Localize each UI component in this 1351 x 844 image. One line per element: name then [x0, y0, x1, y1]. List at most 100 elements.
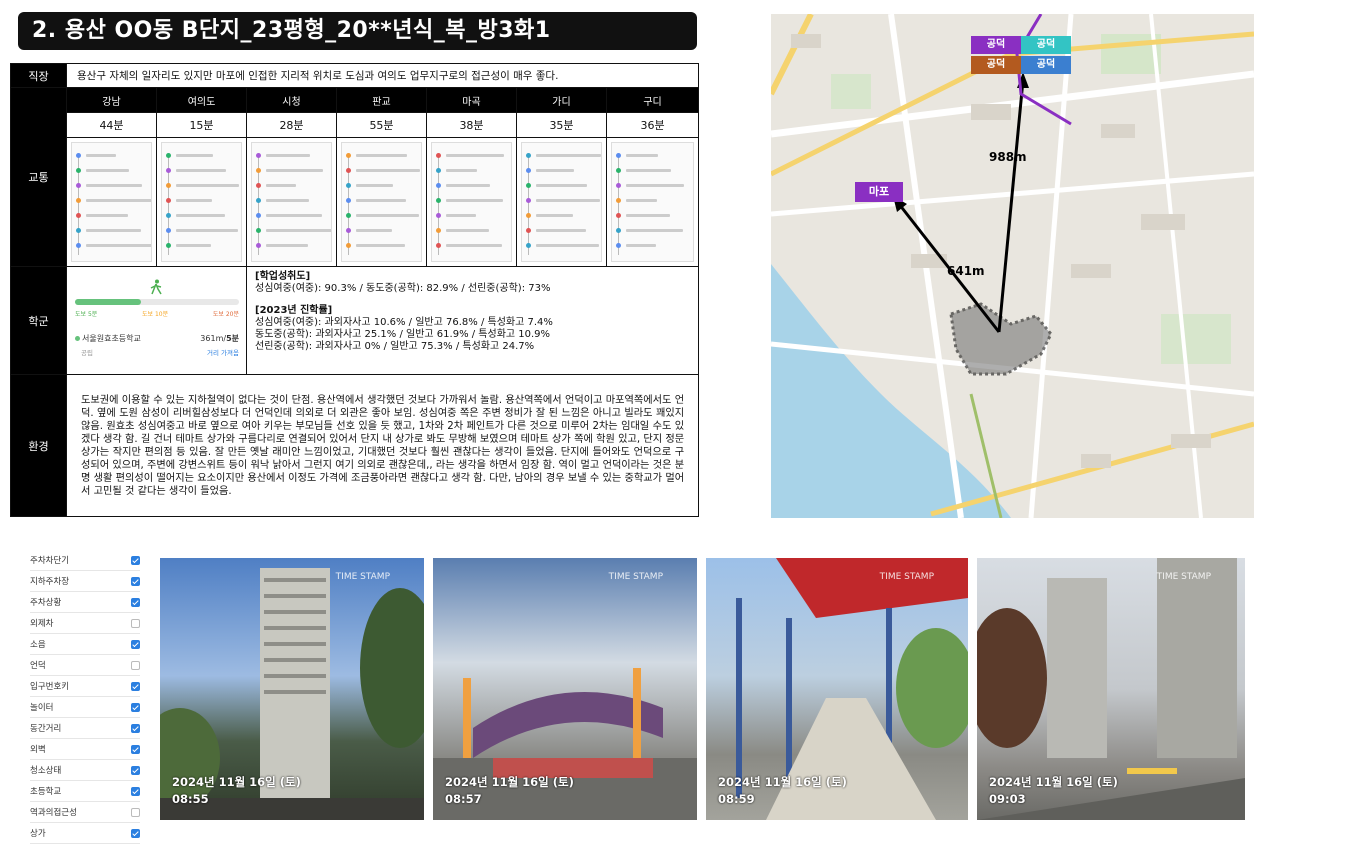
checklist-label: 동간거리	[30, 724, 62, 734]
checklist-label: 청소상태	[30, 766, 62, 776]
checklist-item: 주차차단기	[30, 550, 140, 571]
photo-time: 09:03	[989, 792, 1026, 806]
advancement-line: 선린중(공학): 과외자사고 0% / 일반고 75.3% / 특성화고 24.…	[255, 341, 535, 352]
route-screenshot	[516, 137, 607, 267]
timestamp-logo: TIME STAMP	[1156, 572, 1211, 582]
checklist-checkbox[interactable]	[131, 660, 140, 670]
timestamp-logo: TIME STAMP	[608, 572, 663, 582]
checklist-item: 외제차	[30, 613, 140, 634]
photo-time: 08:57	[445, 792, 482, 806]
station-gongdeok-line6: 공덕	[971, 56, 1021, 74]
photo-time: 08:59	[718, 792, 755, 806]
checklist-label: 입구번호키	[30, 682, 70, 692]
station-gongdeok-gyeongui: 공덕	[1021, 56, 1071, 74]
route-thumbnail	[431, 142, 512, 262]
photo-date: 2024년 11월 16일 (토)	[718, 775, 847, 789]
checklist-checkbox[interactable]	[131, 828, 140, 838]
checklist-label: 역과의접근성	[30, 808, 77, 818]
checklist-checkbox[interactable]	[131, 723, 140, 733]
walk-range-bar	[75, 299, 239, 305]
destination-name: 강남	[66, 87, 157, 113]
checklist-checkbox[interactable]	[131, 576, 140, 586]
destination-name: 구디	[605, 87, 700, 113]
checklist-item: 주차상황	[30, 592, 140, 613]
advancement-title: [2023년 진학률]	[255, 305, 333, 316]
checklist-label: 놀이터	[30, 703, 54, 713]
checklist-item: 외벽	[30, 739, 140, 760]
environment-text: 도보권에 이용할 수 있는 지하철역이 없다는 것이 단점. 용산역에서 생각했…	[65, 374, 700, 517]
checklist-checkbox[interactable]	[131, 765, 140, 775]
route-screenshot	[426, 137, 517, 267]
checklist-label: 지하주차장	[30, 577, 70, 587]
route-thumbnail	[341, 142, 422, 262]
site-photo: TIME STAMP 2024년 11월 16일 (토) 08:57	[433, 558, 697, 820]
checklist-checkbox[interactable]	[131, 681, 140, 691]
location-map[interactable]: 공덕 공덕 공덕 공덕 마포 988m 641m	[771, 14, 1254, 518]
site-photo: TIME STAMP 2024년 11월 16일 (토) 08:59	[706, 558, 968, 820]
destination-name: 가디	[516, 87, 607, 113]
route-thumbnail	[611, 142, 695, 262]
checklist-checkbox[interactable]	[131, 807, 140, 817]
checklist-item: 지하주차장	[30, 571, 140, 592]
site-photo: TIME STAMP 2024년 11월 16일 (토) 09:03	[977, 558, 1245, 820]
photo-date: 2024년 11월 16일 (토)	[445, 775, 574, 789]
row-label-job: 직장	[10, 63, 67, 88]
distance-gongdeok: 988m	[989, 150, 1027, 164]
checklist-checkbox[interactable]	[131, 702, 140, 712]
achievement-text: 성심여중(여중): 90.3% / 동도중(공학): 82.9% / 선린중(공…	[255, 283, 551, 294]
school-minutes: 5분	[226, 334, 239, 343]
advancement-line: 동도중(공학): 과외자사고 25.1% / 일반고 61.9% / 특성화고 …	[255, 329, 551, 340]
checklist-label: 주차차단기	[30, 556, 70, 566]
school-dot-icon	[75, 336, 80, 341]
checklist-checkbox[interactable]	[131, 618, 140, 628]
photo-date: 2024년 11월 16일 (토)	[172, 775, 301, 789]
achievement-title: [학업성취도]	[255, 271, 311, 282]
commute-time: 28분	[246, 112, 337, 138]
walk-label: 도보 5분	[75, 311, 98, 318]
checklist-label: 언덕	[30, 661, 46, 671]
school-name: 서울원효초등학교	[82, 334, 141, 343]
checklist-item: 상가	[30, 823, 140, 844]
photo-date: 2024년 11월 16일 (토)	[989, 775, 1118, 789]
timestamp-logo: TIME STAMP	[879, 572, 934, 582]
checklist-checkbox[interactable]	[131, 555, 140, 565]
site-photo: TIME STAMP 2024년 11월 16일 (토) 08:55	[160, 558, 424, 820]
checklist-checkbox[interactable]	[131, 639, 140, 649]
advancement-line: 성심여중(여중): 과외자사고 10.6% / 일반고 76.8% / 특성화고…	[255, 317, 553, 328]
commute-time: 55분	[336, 112, 427, 138]
checklist-checkbox[interactable]	[131, 597, 140, 607]
walking-person-icon	[150, 279, 162, 295]
photo-time: 08:55	[172, 792, 209, 806]
checklist-item: 언덕	[30, 655, 140, 676]
route-thumbnail	[71, 142, 152, 262]
route-screenshot	[156, 137, 247, 267]
school-route-link[interactable]: 거리 가져옴	[207, 347, 239, 357]
route-screenshot	[605, 137, 700, 267]
job-text: 용산구 자체의 일자리도 있지만 마포에 인접한 지리적 위치로 도심과 여의도…	[65, 63, 700, 88]
page-title: 2. 용산 OO동 B단지_23평형_20**년식_복_방3화1	[18, 12, 697, 50]
destination-name: 여의도	[156, 87, 247, 113]
distance-mapo: 641m	[947, 264, 985, 278]
route-screenshot	[336, 137, 427, 267]
walk-label: 도보 10분	[142, 311, 169, 318]
checklist-item: 소음	[30, 634, 140, 655]
route-thumbnail	[251, 142, 332, 262]
destination-name: 시청	[246, 87, 337, 113]
commute-time: 15분	[156, 112, 247, 138]
checklist-item: 동간거리	[30, 718, 140, 739]
checklist-checkbox[interactable]	[131, 786, 140, 796]
commute-time: 44분	[66, 112, 157, 138]
checklist-checkbox[interactable]	[131, 744, 140, 754]
checklist-label: 상가	[30, 829, 46, 839]
checklist-label: 초등학교	[30, 787, 62, 797]
walk-label: 도보 20분	[212, 311, 239, 318]
commute-time: 35분	[516, 112, 607, 138]
row-label-school: 학군	[10, 266, 67, 375]
timestamp-logo: TIME STAMP	[335, 572, 390, 582]
row-label-traffic: 교통	[10, 87, 67, 267]
checklist-item: 놀이터	[30, 697, 140, 718]
commute-time: 38분	[426, 112, 517, 138]
map-graphic	[771, 14, 1254, 518]
school-distance: 361m/	[200, 334, 227, 343]
route-screenshot	[246, 137, 337, 267]
